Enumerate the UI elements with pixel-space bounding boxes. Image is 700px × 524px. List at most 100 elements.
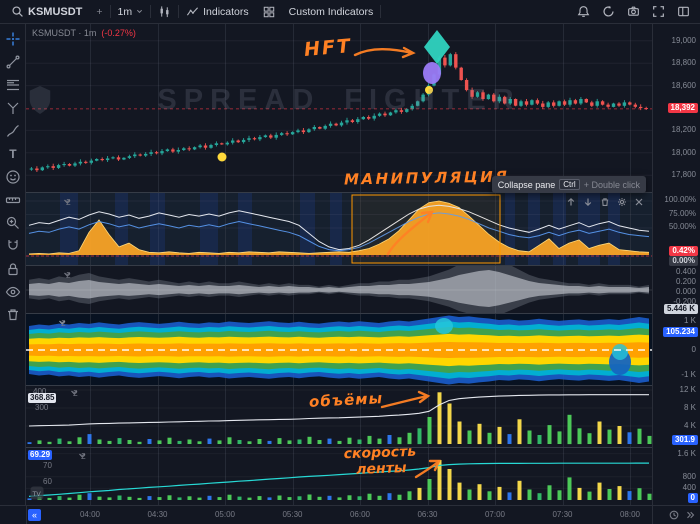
pane-legend[interactable]: 2 <box>58 318 66 328</box>
price-label: -1 K <box>681 370 696 379</box>
fullscreen-button[interactable] <box>646 5 671 18</box>
candle-body <box>241 139 246 143</box>
candle-body <box>470 90 474 97</box>
chart-type-button[interactable] <box>151 0 178 23</box>
timeframe-button[interactable]: 1m <box>111 0 151 23</box>
indicators-button[interactable]: Indicators <box>179 0 256 23</box>
layout-icon <box>677 5 690 18</box>
candle-body <box>388 112 393 116</box>
candle-body <box>600 101 605 105</box>
layout-button[interactable] <box>671 5 696 18</box>
candle-body <box>252 138 257 140</box>
volume-bar <box>517 419 522 445</box>
fullscreen-icon <box>652 5 665 18</box>
brush-tool[interactable] <box>3 121 23 140</box>
tape-speed-pane[interactable]: 69.29 70 60 TV 2 <box>26 447 652 505</box>
candle-body <box>111 157 115 159</box>
zoom-tool[interactable] <box>3 213 23 232</box>
magnet-tool[interactable] <box>3 236 23 255</box>
candle-body <box>405 109 409 112</box>
delta-band-inner <box>29 270 649 307</box>
price-badge: 18,392 <box>667 103 698 113</box>
manipulation-chart <box>26 193 652 266</box>
time-axis-corner <box>652 505 700 524</box>
lock-all-tool[interactable] <box>3 259 23 278</box>
timezone-clock-icon[interactable] <box>669 510 679 520</box>
candle-body <box>345 120 349 123</box>
pane-legend[interactable]: 2 <box>63 270 71 280</box>
pane-move-down-icon[interactable] <box>583 197 593 207</box>
pane-settings-icon[interactable] <box>617 197 627 207</box>
emoji-tool[interactable] <box>3 167 23 186</box>
hide-all-tool[interactable] <box>3 282 23 301</box>
pane-move-up-icon[interactable] <box>566 197 576 207</box>
volume-pane[interactable]: 400 368.85 300 2 <box>26 385 652 447</box>
replay-button[interactable] <box>596 5 621 18</box>
candle-body <box>100 159 104 161</box>
candle-body <box>247 138 251 140</box>
candle-body <box>116 157 121 160</box>
tape-bar <box>57 496 62 500</box>
tape-scale-top: 70 <box>43 461 52 470</box>
heatmap-pane[interactable]: 2 <box>26 313 652 385</box>
collapse-axis-icon[interactable] <box>685 510 695 520</box>
symbol-search-button[interactable]: KSMUSDT <box>4 0 89 23</box>
tape-scale-bottom: 60 <box>43 477 52 486</box>
chart-legend[interactable]: KSMUSDT · 1m (-0.27%) <box>32 28 136 38</box>
candle-body <box>84 161 88 163</box>
price-badge: 0.42% <box>669 246 698 256</box>
legend-change: (-0.27%) <box>101 28 136 38</box>
alert-button[interactable] <box>571 5 596 18</box>
candle-body <box>568 100 572 105</box>
candle-body <box>503 96 507 104</box>
pitchfork-tool[interactable] <box>3 98 23 117</box>
fib-retracement-tool[interactable] <box>3 75 23 94</box>
candle-body <box>377 113 382 116</box>
crosshair-tool[interactable] <box>3 29 23 48</box>
tape-bar <box>197 497 202 500</box>
text-tool[interactable]: T <box>3 144 23 163</box>
session-highlight <box>115 193 128 266</box>
custom-indicators-button[interactable]: Custom Indicators <box>282 0 381 23</box>
orderbook-heatmap-chart <box>26 315 652 385</box>
tape-bar <box>357 496 362 500</box>
trend-line-tool[interactable] <box>3 52 23 71</box>
tape-bar <box>537 493 542 500</box>
manipulation-indicator-pane[interactable]: 2 <box>26 192 652 266</box>
pane-close-icon[interactable] <box>634 197 644 207</box>
indicator-templates-button[interactable] <box>256 0 282 23</box>
replay-icon <box>602 5 615 18</box>
candle-body <box>383 113 387 116</box>
tape-bar <box>647 493 652 500</box>
price-pane[interactable]: SPREAD FIGHTER KSMUSDT · 1m (-0.27%) <box>26 24 652 192</box>
candle-body <box>513 99 518 106</box>
tape-bar <box>617 486 622 500</box>
price-axis[interactable]: 19,000 18,800 18,600 18,392 18,200 18,000 17,8… <box>652 24 700 505</box>
tape-bar <box>217 497 222 500</box>
pane-delete-icon[interactable] <box>600 197 610 207</box>
time-axis[interactable]: « 04:00 04:30 05:00 05:30 06:00 06:30 07:00 07:… <box>26 505 652 524</box>
delete-all-tool[interactable] <box>3 305 23 324</box>
volume-bar <box>567 414 572 445</box>
volume-bar <box>497 426 502 444</box>
price-badge: 301.9 <box>671 435 698 445</box>
compare-add-button[interactable]: + <box>89 0 109 23</box>
heatmap-blob <box>612 344 628 360</box>
tape-bar <box>377 495 382 500</box>
volume-bar <box>247 441 252 444</box>
candle-body <box>133 154 137 157</box>
pane-legend[interactable]: 2 <box>78 451 86 461</box>
delta-indicator-pane[interactable]: 2 <box>26 265 652 314</box>
session-highlight <box>330 193 342 266</box>
candle-body <box>198 145 202 148</box>
volume-bar <box>297 439 302 444</box>
volume-bar <box>317 440 322 444</box>
chart-area[interactable]: SPREAD FIGHTER KSMUSDT · 1m (-0.27%) 2 2 <box>26 24 652 505</box>
measure-tool[interactable] <box>3 190 23 209</box>
pane-legend[interactable]: 2 <box>63 197 71 207</box>
price-label: 800 <box>682 472 696 481</box>
candle-body <box>497 96 501 102</box>
snapshot-button[interactable] <box>621 5 646 18</box>
jump-to-start-button[interactable]: « <box>28 509 41 521</box>
pane-legend[interactable]: 2 <box>70 388 78 398</box>
